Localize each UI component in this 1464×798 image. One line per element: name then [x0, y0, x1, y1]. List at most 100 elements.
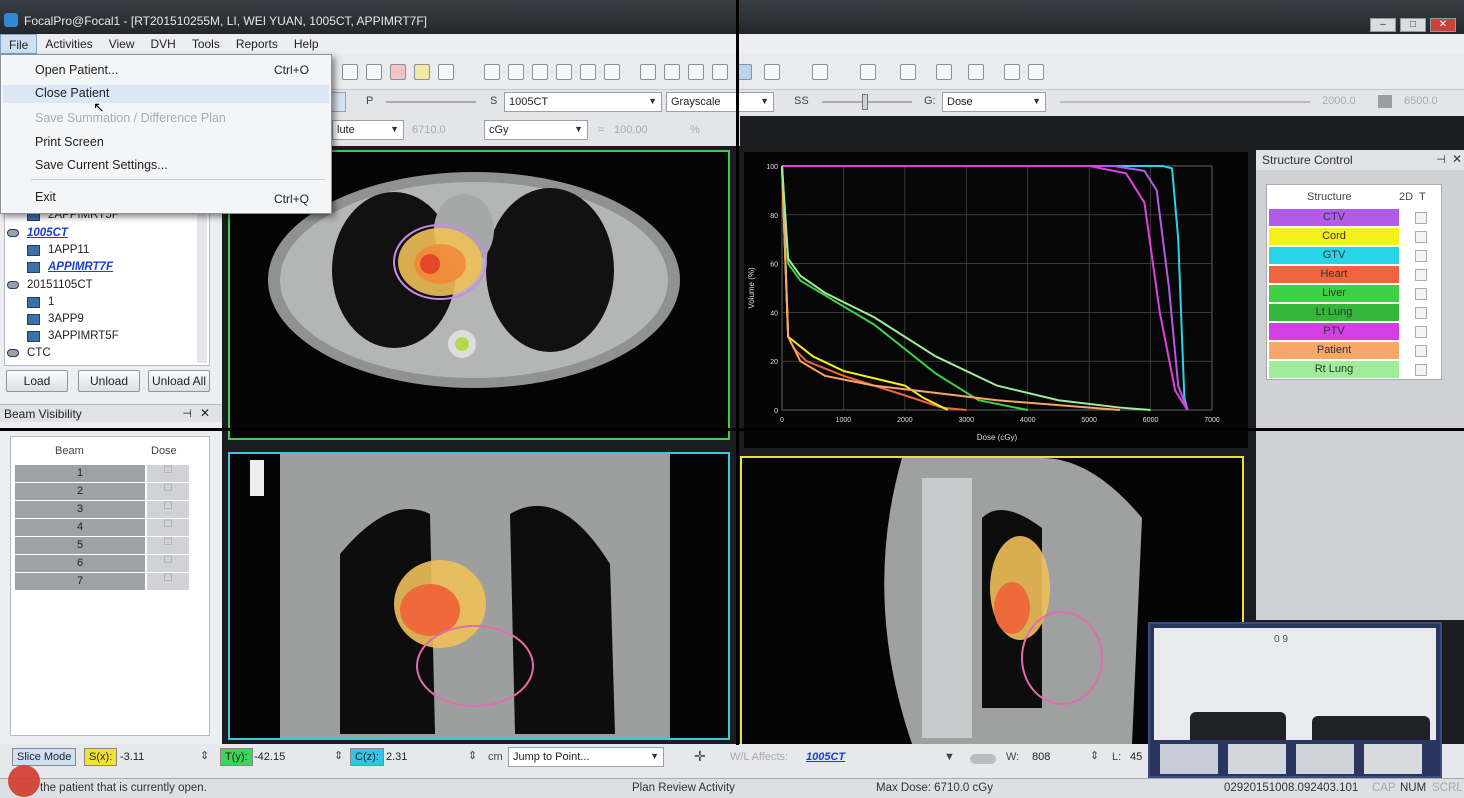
secondary-image-select[interactable]: 1005CT ▼ [504, 92, 662, 112]
structure-row[interactable]: Patient [1269, 342, 1439, 360]
p-slider[interactable] [386, 101, 476, 103]
colormap-select[interactable]: Grayscale ▼ [666, 92, 774, 112]
jump-to-point-select[interactable]: Jump to Point... ▼ [508, 747, 664, 767]
c-coordinate-value[interactable]: 2.31 [386, 751, 407, 763]
tree-item-appimrt7f[interactable]: APPIMRT7F [27, 261, 113, 273]
menu-activities[interactable]: Activities [37, 34, 100, 54]
contour-icon[interactable] [390, 64, 406, 80]
menu-tools[interactable]: Tools [184, 34, 228, 54]
l-value[interactable]: 45 [1130, 751, 1142, 763]
tree-item-20151105ct[interactable]: 20151105CT [7, 279, 93, 291]
wl-dropdown-icon[interactable]: ▼ [944, 751, 955, 763]
dose-checkbox[interactable]: ☐ [147, 465, 189, 482]
structure-row[interactable]: PTV [1269, 323, 1439, 341]
s-spinner-icon[interactable]: ⇕ [200, 749, 209, 762]
structure-visibility-checkbox[interactable] [1415, 326, 1427, 338]
tree-item-1[interactable]: 1 [27, 296, 54, 308]
ss-slider[interactable] [822, 94, 912, 110]
coronal-view[interactable] [228, 452, 730, 740]
image-toggle[interactable] [330, 92, 346, 112]
t-coordinate-value[interactable]: -42.15 [254, 751, 285, 763]
structure-visibility-checkbox[interactable] [1415, 288, 1427, 300]
structure-visibility-checkbox[interactable] [1415, 212, 1427, 224]
pin-icon[interactable]: ⊣ [182, 407, 192, 420]
tree-item-1005ct[interactable]: 1005CT [7, 227, 68, 239]
beam-row[interactable]: 6 ☐ [15, 555, 195, 573]
dose-checkbox[interactable]: ☐ [147, 519, 189, 536]
minimize-button[interactable]: – [1370, 18, 1396, 32]
menu-item-save-settings[interactable]: Save Current Settings... [35, 158, 168, 172]
video-thumbnail[interactable] [1364, 744, 1422, 774]
tree-item-1app11[interactable]: 1APP11 [27, 244, 89, 256]
w-spinner-icon[interactable]: ⇕ [1090, 749, 1099, 762]
dose-checkbox[interactable]: ☐ [147, 537, 189, 554]
dose-checkbox[interactable]: ☐ [147, 483, 189, 500]
beam-row[interactable]: 5 ☐ [15, 537, 195, 555]
mic-muted-icon[interactable] [8, 765, 40, 797]
maximize-button[interactable]: □ [1400, 18, 1426, 32]
load-button[interactable]: Load [6, 370, 68, 392]
beam-row[interactable]: 3 ☐ [15, 501, 195, 519]
structure-row[interactable]: CTV [1269, 209, 1439, 227]
menu-reports[interactable]: Reports [228, 34, 286, 54]
menu-view[interactable]: View [101, 34, 143, 54]
unload-button[interactable]: Unload [78, 370, 140, 392]
link-icon[interactable] [1028, 64, 1044, 80]
close-button[interactable]: ✕ [1430, 18, 1456, 32]
dose-checkbox[interactable]: ☐ [147, 501, 189, 518]
rotate-icon[interactable] [812, 64, 828, 80]
dose-unit-select[interactable]: cGy ▼ [484, 120, 588, 140]
measure-icon[interactable] [688, 64, 704, 80]
structure-row[interactable]: Liver [1269, 285, 1439, 303]
range-color-swatch[interactable] [1378, 95, 1392, 108]
move-icon[interactable] [556, 64, 572, 80]
unload-all-button[interactable]: Unload All [148, 370, 210, 392]
structure-row[interactable]: Cord [1269, 228, 1439, 246]
menu-dvh[interactable]: DVH [142, 34, 183, 54]
window-level-icon[interactable] [968, 64, 984, 80]
structure-visibility-checkbox[interactable] [1415, 364, 1427, 376]
cross-icon[interactable] [508, 64, 524, 80]
video-thumbnail[interactable] [1228, 744, 1286, 774]
wl-toggle[interactable] [970, 754, 996, 764]
snowflake-icon[interactable] [936, 64, 952, 80]
wl-affects-value[interactable]: 1005CT [806, 751, 845, 763]
structure-row[interactable]: Rt Lung [1269, 361, 1439, 379]
zoom-icon[interactable] [342, 64, 358, 80]
layout-icon[interactable] [580, 64, 596, 80]
w-value[interactable]: 808 [1032, 751, 1050, 763]
structure-row[interactable]: Lt Lung [1269, 304, 1439, 322]
close-icon[interactable]: ✕ [200, 406, 210, 420]
beam-row[interactable]: 4 ☐ [15, 519, 195, 537]
align-icon[interactable] [860, 64, 876, 80]
menu-item-print-screen[interactable]: Print Screen [35, 135, 104, 149]
tree-item-3appimrt5f[interactable]: 3APPIMRT5F [27, 330, 119, 342]
highlight-icon[interactable] [414, 64, 430, 80]
pause-icon[interactable] [900, 64, 916, 80]
structure-visibility-checkbox[interactable] [1415, 307, 1427, 319]
t-spinner-icon[interactable]: ⇕ [334, 749, 343, 762]
close-icon[interactable]: ✕ [1452, 152, 1462, 166]
video-thumbnail[interactable] [1296, 744, 1354, 774]
hand-icon[interactable] [640, 64, 656, 80]
settings-icon[interactable] [1004, 64, 1020, 80]
dose-checkbox[interactable]: ☐ [147, 573, 189, 590]
c-spinner-icon[interactable]: ⇕ [468, 749, 477, 762]
magnify-icon[interactable] [664, 64, 680, 80]
slice-mode-button[interactable]: Slice Mode [12, 748, 77, 766]
annotate-icon[interactable] [712, 64, 728, 80]
line-icon[interactable] [484, 64, 500, 80]
structure-visibility-checkbox[interactable] [1415, 231, 1427, 243]
range-slider[interactable] [1060, 101, 1310, 103]
ss-slider-thumb[interactable] [862, 94, 868, 110]
beam-row[interactable]: 2 ☐ [15, 483, 195, 501]
dose-checkbox[interactable]: ☐ [147, 555, 189, 572]
tree-scrollbar[interactable] [197, 209, 207, 363]
dose-mode-select[interactable]: lute ▼ [332, 120, 404, 140]
pan-hand-icon[interactable] [366, 64, 382, 80]
structure-row[interactable]: Heart [1269, 266, 1439, 284]
beam-row[interactable]: 1 ☐ [15, 465, 195, 483]
crosshair-icon[interactable] [764, 64, 780, 80]
menu-file[interactable]: File [0, 34, 38, 54]
arrow-icon[interactable] [532, 64, 548, 80]
